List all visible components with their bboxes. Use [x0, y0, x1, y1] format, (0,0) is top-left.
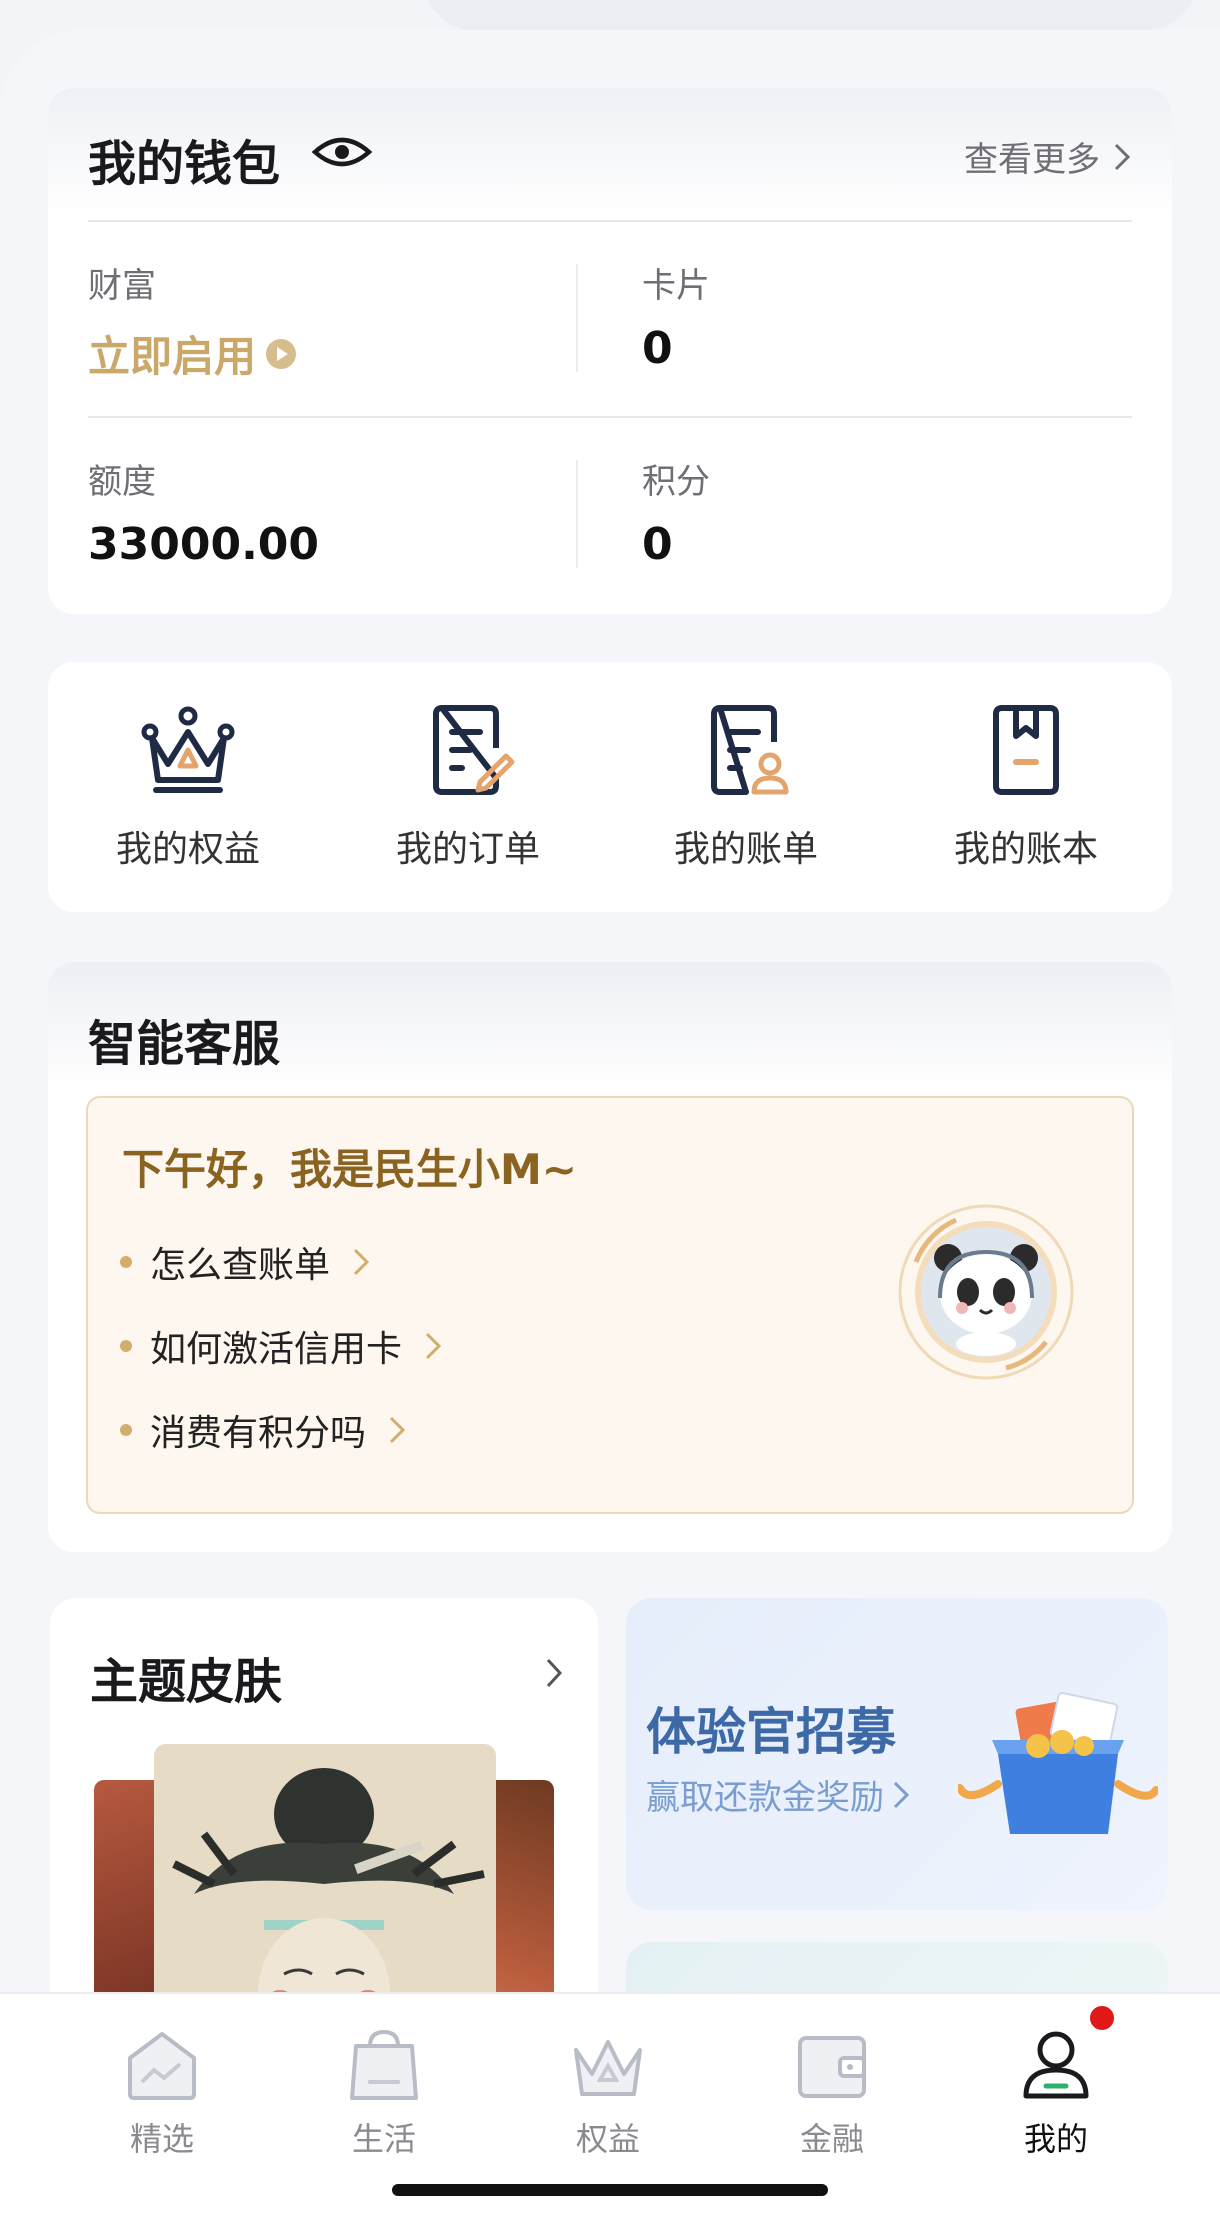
question-item[interactable]: 消费有积分吗 [120, 1404, 406, 1456]
smart-service-card: 智能客服 下午好，我是民生小M~ 怎么查账单 如何激活信用卡 消费有积分吗 [48, 962, 1172, 1552]
home-icon [128, 2032, 196, 2100]
wallet-title: 我的钱包 [88, 136, 281, 192]
shortcut-my-orders[interactable]: 我的订单 [338, 702, 598, 872]
bullet-dot [120, 1424, 132, 1436]
order-doc-icon [433, 705, 515, 795]
vertical-divider [576, 264, 578, 372]
crown-icon [141, 706, 235, 793]
cards-cell[interactable]: 卡片 0 [642, 258, 710, 374]
chevron-right-icon [1114, 143, 1131, 170]
chevron-right-icon [389, 1416, 406, 1444]
bullet-dot [120, 1256, 132, 1268]
tab-life[interactable]: 生活 [304, 2024, 464, 2160]
service-header: 智能客服 [48, 962, 1172, 1092]
shortcut-label: 我的订单 [395, 829, 540, 870]
wealth-label: 财富 [88, 266, 156, 306]
theme-title: 主题皮肤 [90, 1654, 283, 1710]
wealth-enable-link[interactable]: 立即启用 [88, 323, 256, 384]
cards-label: 卡片 [642, 266, 710, 306]
vertical-divider [576, 460, 578, 568]
tab-label: 我的 [1023, 2120, 1088, 2158]
shortcut-my-benefits[interactable]: 我的权益 [58, 702, 318, 872]
shortcut-label: 我的账单 [673, 829, 818, 870]
wallet-header: 我的钱包 查看更多 [48, 88, 1172, 216]
chevron-right-icon [353, 1248, 370, 1276]
shortcut-my-ledger[interactable]: 我的账本 [896, 702, 1156, 872]
bill-doc-icon [711, 705, 789, 795]
tab-finance[interactable]: 金融 [752, 2024, 912, 2160]
tab-label: 权益 [575, 2120, 640, 2158]
shortcut-label: 我的账本 [953, 829, 1098, 870]
view-more-label: 查看更多 [964, 140, 1100, 180]
eye-icon[interactable] [312, 132, 372, 172]
question-text: 怎么查账单 [150, 1245, 331, 1286]
divider [88, 220, 1132, 222]
bullet-dot [120, 1340, 132, 1352]
question-text: 如何激活信用卡 [150, 1329, 403, 1370]
tab-benefits[interactable]: 权益 [528, 2024, 688, 2160]
wallet-icon [798, 2036, 866, 2098]
promo-title: 体验官招募 [646, 1703, 896, 1761]
gift-box-icon [958, 1691, 1158, 1834]
shopping-bag-icon [350, 2029, 418, 2100]
bot-greeting: 下午好，我是民生小M~ [122, 1145, 577, 1194]
promo-subtitle-link[interactable]: 赢取还款金奖励 [646, 1770, 910, 1819]
play-circle-icon [266, 338, 297, 369]
bottom-tab-bar: 精选 生活 权益 金融 我的 [0, 1992, 1220, 2214]
limit-cell[interactable]: 额度 33000.00 [88, 454, 319, 570]
promo-subtitle: 赢取还款金奖励 [646, 1778, 884, 1818]
shortcut-label: 我的权益 [115, 829, 260, 870]
tab-label: 精选 [129, 2120, 194, 2158]
top-decoration [420, 0, 1200, 32]
user-icon [1023, 2031, 1089, 2099]
shortcuts-card: 我的权益 我的订单 我的账单 我的账本 [48, 662, 1172, 912]
cards-value: 0 [642, 323, 673, 374]
ledger-book-icon [993, 705, 1059, 795]
view-more-link[interactable]: 查看更多 [964, 132, 1132, 181]
shortcut-my-bills[interactable]: 我的账单 [616, 702, 876, 872]
points-value: 0 [642, 519, 673, 570]
tab-label: 金融 [799, 2120, 864, 2158]
crown-icon [574, 2040, 642, 2096]
limit-label: 额度 [88, 462, 156, 502]
bot-panel: 下午好，我是民生小M~ 怎么查账单 如何激活信用卡 消费有积分吗 [86, 1096, 1134, 1514]
experience-officer-promo[interactable]: 体验官招募 赢取还款金奖励 [626, 1598, 1168, 1910]
service-title: 智能客服 [88, 1016, 281, 1072]
question-text: 消费有积分吗 [150, 1413, 367, 1454]
notification-badge [1088, 2004, 1116, 2032]
wealth-cell[interactable]: 财富 立即启用 [88, 258, 297, 384]
chevron-right-icon[interactable] [544, 1656, 564, 1690]
points-label: 积分 [642, 462, 710, 502]
chevron-right-icon [893, 1781, 910, 1808]
home-indicator [392, 2184, 828, 2196]
wallet-card: 我的钱包 查看更多 财富 立即启用 卡片 0 额度 33000.00 积分 0 [48, 88, 1172, 614]
question-item[interactable]: 怎么查账单 [120, 1236, 370, 1288]
tab-label: 生活 [351, 2120, 416, 2158]
question-item[interactable]: 如何激活信用卡 [120, 1320, 442, 1372]
points-cell[interactable]: 积分 0 [642, 454, 710, 570]
tab-mine[interactable]: 我的 [976, 2024, 1136, 2160]
panda-assistant-icon[interactable] [896, 1202, 1076, 1382]
chevron-right-icon [425, 1332, 442, 1360]
tab-featured[interactable]: 精选 [82, 2024, 242, 2160]
divider [88, 416, 1132, 418]
limit-value: 33000.00 [88, 519, 320, 570]
